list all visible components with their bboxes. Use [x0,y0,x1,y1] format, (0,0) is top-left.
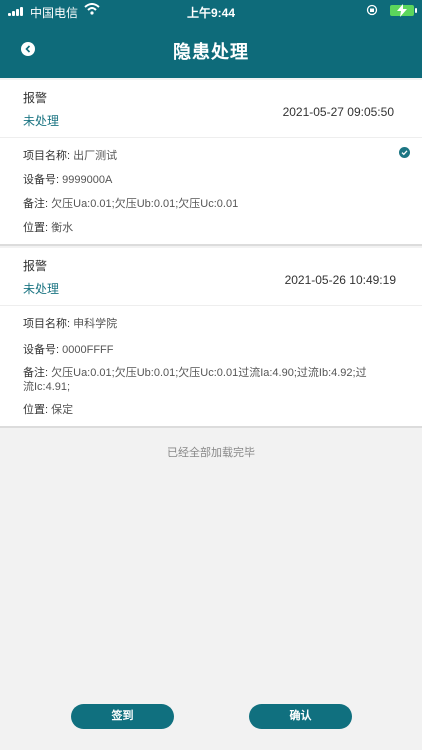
note-row: 备注: 欠压Ua:0.01;欠压Ub:0.01;欠压Uc:0.01过流Ia:4.… [23,366,373,394]
location-value: 衡水 [51,222,74,234]
confirm-button[interactable]: 确认 [249,704,352,729]
battery-icon [390,4,417,17]
list-end-message: 已经全部加载完毕 [167,447,255,459]
record-status: 未处理 [23,282,60,296]
project-row: 项目名称: 申科学院 [23,317,117,331]
project-label: 项目名称: [23,150,71,162]
record-header: 报警 未处理 2021-05-27 09:05:50 [0,80,422,138]
page-title: 隐患处理 [173,42,249,62]
record-card[interactable]: 报警 未处理 2021-05-26 10:49:19 项目名称: 申科学院 设备… [0,248,422,428]
orientation-lock-icon [366,4,378,16]
location-label: 位置: [23,222,49,234]
top-bar: 中国电信 上午9:44 隐患处理 [0,0,422,78]
note-row: 备注: 欠压Ua:0.01;欠压Ub:0.01;欠压Uc:0.01 [23,197,373,211]
status-time: 上午9:44 [186,6,236,20]
device-row: 设备号: 0000FFFF [23,343,113,357]
project-value: 出厂测试 [73,150,118,162]
project-row: 项目名称: 出厂测试 [23,149,117,163]
location-label: 位置: [23,404,49,416]
checkmark-icon [401,150,408,156]
sign-in-button[interactable]: 签到 [71,704,174,729]
record-card[interactable]: 报警 未处理 2021-05-27 09:05:50 项目名称: 出厂测试 设备… [0,80,422,246]
project-label: 项目名称: [23,318,71,330]
note-label: 备注: [23,367,49,379]
device-row: 设备号: 9999000A [23,173,112,187]
device-value: 0000FFFF [62,344,114,356]
location-value: 保定 [51,404,74,416]
device-value: 9999000A [62,174,113,186]
note-label: 备注: [23,198,49,210]
selected-check-icon[interactable] [399,147,410,158]
device-label: 设备号: [23,344,60,356]
device-label: 设备号: [23,174,60,186]
record-header: 报警 未处理 2021-05-26 10:49:19 [0,248,422,306]
note-value: 欠压Ua:0.01;欠压Ub:0.01;欠压Uc:0.01过流Ia:4.90;过… [23,367,367,393]
record-status: 未处理 [23,114,60,128]
project-value: 申科学院 [73,318,118,330]
status-bar: 中国电信 上午9:44 [0,0,422,22]
record-time: 2021-05-26 10:49:19 [284,273,396,287]
location-row: 位置: 衡水 [23,221,73,235]
record-time: 2021-05-27 09:05:50 [282,105,394,119]
note-value: 欠压Ua:0.01;欠压Ub:0.01;欠压Uc:0.01 [51,198,239,210]
record-type: 报警 [23,91,48,105]
charging-bolt-icon [397,4,407,17]
location-row: 位置: 保定 [23,403,73,417]
record-type: 报警 [23,259,48,273]
